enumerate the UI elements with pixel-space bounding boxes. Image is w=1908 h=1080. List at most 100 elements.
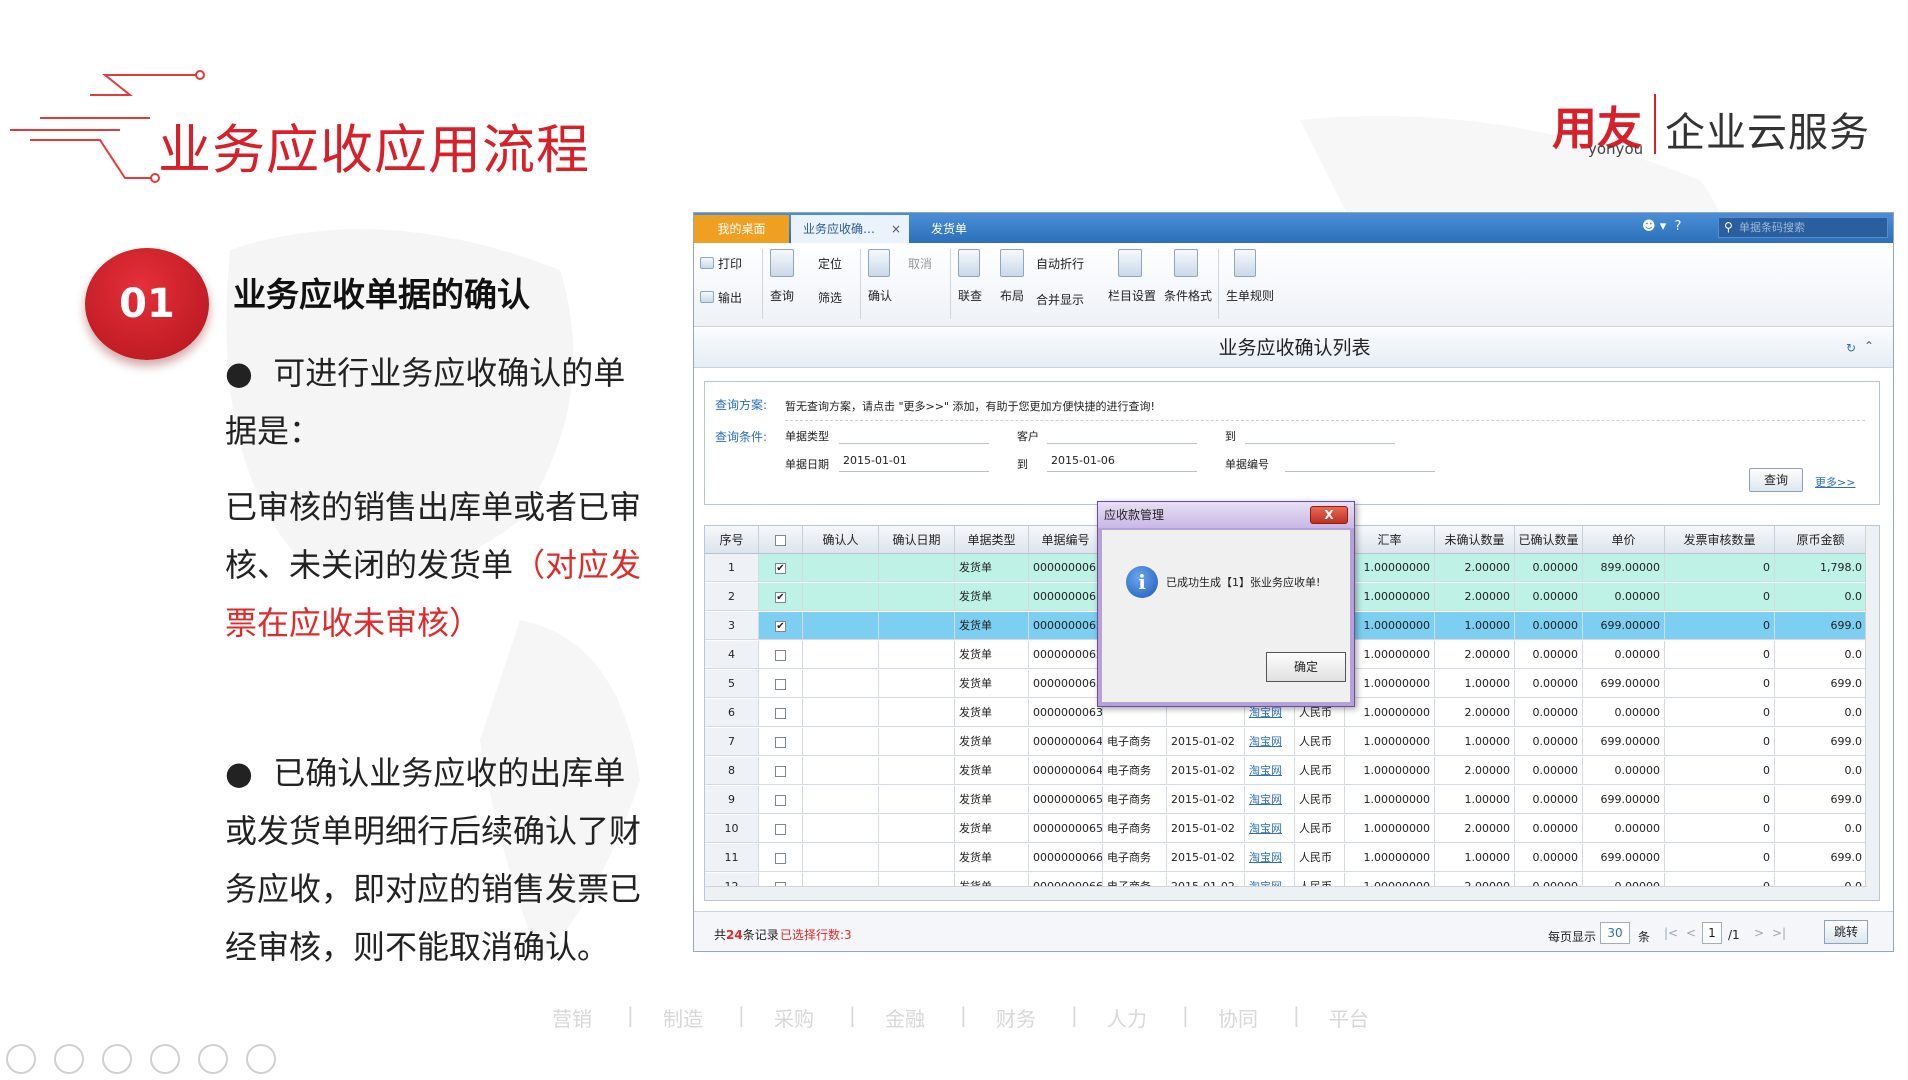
- first-page-icon[interactable]: |<: [1664, 926, 1678, 940]
- cell-check[interactable]: [759, 641, 803, 669]
- conditional-format-button[interactable]: 条件格式: [1164, 287, 1212, 304]
- col-header-doc-type[interactable]: 单据类型: [955, 526, 1029, 554]
- zoom-icon[interactable]: [198, 1044, 228, 1074]
- merge-display-button[interactable]: 合并显示: [1036, 291, 1084, 308]
- cell-check[interactable]: [759, 728, 803, 756]
- print-button[interactable]: 打印: [718, 255, 742, 272]
- cell-shop[interactable]: 淘宝网: [1245, 844, 1295, 872]
- chevron-down-icon[interactable]: ▾: [1660, 219, 1667, 234]
- prev-page-icon[interactable]: <: [1686, 926, 1696, 940]
- row-checkbox[interactable]: ✔: [775, 562, 786, 574]
- prev-slide-icon[interactable]: [6, 1044, 36, 1074]
- row-checkbox[interactable]: [775, 707, 786, 719]
- locate-button[interactable]: 定位: [818, 255, 842, 272]
- collapse-icon[interactable]: ⌃: [1864, 339, 1874, 353]
- next-slide-icon[interactable]: [54, 1044, 84, 1074]
- row-checkbox[interactable]: [775, 678, 786, 690]
- cell-unit-price: 0.00000: [1583, 815, 1665, 843]
- confirm-button[interactable]: 确认: [868, 287, 892, 304]
- row-checkbox[interactable]: [775, 794, 786, 806]
- doc-no-input[interactable]: [1285, 450, 1435, 472]
- col-header-seq[interactable]: 序号: [705, 526, 759, 554]
- jump-button[interactable]: 跳转: [1824, 920, 1868, 944]
- vertical-scrollbar[interactable]: [1865, 526, 1879, 900]
- dialog-close-button[interactable]: X: [1310, 506, 1348, 524]
- col-header-unit-price[interactable]: 单价: [1583, 526, 1665, 554]
- tab-delivery[interactable]: 发货单: [909, 215, 989, 243]
- page-input[interactable]: 1: [1702, 922, 1722, 944]
- doc-type-input[interactable]: [839, 422, 989, 444]
- cell-shop[interactable]: 淘宝网: [1245, 786, 1295, 814]
- cell-confirmed-qty: 0.00000: [1515, 612, 1583, 640]
- row-checkbox[interactable]: [775, 736, 786, 748]
- query-condition-label: 查询条件:: [715, 430, 768, 444]
- column-settings-button[interactable]: 栏目设置: [1108, 287, 1156, 304]
- cell-check[interactable]: ✔: [759, 583, 803, 611]
- col-header-rate[interactable]: 汇率: [1345, 526, 1435, 554]
- col-header-confirm-date[interactable]: 确认日期: [879, 526, 955, 554]
- last-page-icon[interactable]: >|: [1772, 926, 1786, 940]
- gen-rule-button[interactable]: 生单规则: [1226, 287, 1274, 304]
- cell-check[interactable]: [759, 670, 803, 698]
- query-button[interactable]: 查询: [770, 287, 794, 304]
- user-icon[interactable]: ☻: [1642, 219, 1656, 234]
- cell-amount: 699.0: [1775, 728, 1867, 756]
- layout-button[interactable]: 布局: [1000, 287, 1024, 304]
- cell-shop[interactable]: 淘宝网: [1245, 728, 1295, 756]
- horizontal-scrollbar[interactable]: [705, 886, 1867, 900]
- cell-check[interactable]: [759, 757, 803, 785]
- row-checkbox[interactable]: [775, 649, 786, 661]
- select-all-checkbox[interactable]: [775, 535, 786, 546]
- tab-home[interactable]: 我的桌面: [694, 215, 789, 243]
- query-submit-button[interactable]: 查询: [1749, 468, 1803, 492]
- cell-shop[interactable]: 淘宝网: [1245, 815, 1295, 843]
- filter-button[interactable]: 筛选: [818, 289, 842, 306]
- barcode-search-input[interactable]: 单据条码搜索: [1718, 217, 1888, 238]
- customer-to-input[interactable]: [1245, 422, 1395, 444]
- cell-confirmed-qty: 0.00000: [1515, 699, 1583, 727]
- close-icon[interactable]: ×: [891, 215, 901, 243]
- col-header-check[interactable]: [759, 526, 803, 554]
- toolbar: 打印 输出 查询 定位 筛选 确认 取消 联查 布局 自动折行 合并显示 栏目设…: [694, 243, 1893, 327]
- cell-check[interactable]: [759, 815, 803, 843]
- dialog-ok-button[interactable]: 确定: [1266, 652, 1346, 682]
- refresh-icon[interactable]: ↻: [1846, 341, 1856, 355]
- col-header-invoice-qty[interactable]: 发票审核数量: [1665, 526, 1775, 554]
- cancel-button[interactable]: 取消: [908, 255, 932, 272]
- cell-check[interactable]: ✔: [759, 554, 803, 582]
- row-checkbox[interactable]: ✔: [775, 620, 786, 632]
- col-header-unconfirmed-qty[interactable]: 未确认数量: [1435, 526, 1515, 554]
- cell-check[interactable]: ✔: [759, 612, 803, 640]
- cell-invoice-qty: 0: [1665, 844, 1775, 872]
- customer-input[interactable]: [1047, 422, 1197, 444]
- cell-check[interactable]: [759, 699, 803, 727]
- col-header-doc-no[interactable]: 单据编号: [1029, 526, 1103, 554]
- cell-check[interactable]: [759, 844, 803, 872]
- col-header-confirmed-qty[interactable]: 已确认数量: [1515, 526, 1583, 554]
- slides-grid-icon[interactable]: [150, 1044, 180, 1074]
- col-header-confirmer[interactable]: 确认人: [803, 526, 879, 554]
- row-checkbox[interactable]: [775, 852, 786, 864]
- more-link[interactable]: 更多>>: [1815, 474, 1855, 490]
- date-to-input[interactable]: 2015-01-06: [1047, 450, 1197, 472]
- cell-unconfirmed-qty: 2.00000: [1435, 815, 1515, 843]
- cell-check[interactable]: [759, 786, 803, 814]
- cell-unit-price: 0.00000: [1583, 699, 1665, 727]
- cell-doc-no: 0000000061: [1029, 554, 1103, 582]
- more-options-icon[interactable]: [246, 1044, 276, 1074]
- export-button[interactable]: 输出: [718, 289, 742, 306]
- date-from-input[interactable]: 2015-01-01: [839, 450, 989, 472]
- link-query-button[interactable]: 联查: [958, 287, 982, 304]
- per-page-input[interactable]: 30: [1600, 922, 1630, 944]
- row-checkbox[interactable]: ✔: [775, 591, 786, 603]
- row-checkbox[interactable]: [775, 823, 786, 835]
- col-header-amount[interactable]: 原币金额: [1775, 526, 1867, 554]
- cell-shop[interactable]: 淘宝网: [1245, 757, 1295, 785]
- next-page-icon[interactable]: >: [1754, 926, 1764, 940]
- autowrap-button[interactable]: 自动折行: [1036, 255, 1084, 272]
- help-icon[interactable]: ?: [1675, 219, 1682, 234]
- tab-ar-confirm[interactable]: 业务应收确… ×: [791, 215, 909, 243]
- pen-icon[interactable]: [102, 1044, 132, 1074]
- row-checkbox[interactable]: [775, 765, 786, 777]
- cell-confirmer: [803, 583, 879, 611]
